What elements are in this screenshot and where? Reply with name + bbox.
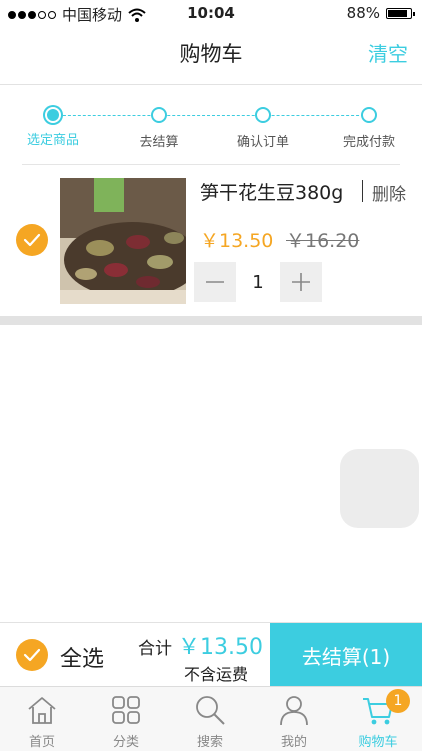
tab-label: 搜索: [196, 735, 223, 750]
category-grid-icon: [112, 696, 140, 724]
cart-count-badge: 1: [386, 689, 410, 713]
total-label: 合计: [138, 639, 172, 659]
tab-cart[interactable]: 1 购物车: [336, 687, 420, 751]
nav-bar: 购物车 清空: [0, 28, 422, 85]
item-checkbox[interactable]: [16, 224, 48, 256]
step-label: 选定商品: [26, 133, 79, 148]
user-icon: [280, 696, 308, 726]
tab-search[interactable]: 搜索: [168, 687, 252, 751]
step-dot: [361, 107, 377, 123]
step-label: 确认订单: [236, 135, 289, 150]
divider: [22, 164, 400, 165]
page-title: 购物车: [179, 42, 243, 66]
plus-icon: [292, 273, 310, 291]
battery-fill: [388, 9, 408, 17]
tab-label: 首页: [28, 735, 55, 750]
cart-item: 笋干花生豆380g 删除 ￥13.50 ￥16.20 1: [0, 166, 422, 316]
increase-button[interactable]: [280, 262, 322, 302]
total-value: ￥13.50: [178, 635, 263, 660]
battery-icon: [386, 7, 415, 19]
tab-label: 购物车: [358, 735, 398, 750]
step-select-items: 选定商品: [8, 104, 98, 148]
checkout-bar: 全选 合计 ￥13.50 不含运费 去结算(1): [0, 622, 422, 687]
progress-line: [53, 115, 369, 116]
shipping-note: 不含运费: [184, 665, 249, 684]
tab-label: 分类: [112, 735, 139, 750]
product-name[interactable]: 笋干花生豆380g: [200, 178, 343, 205]
minus-icon: [206, 281, 224, 283]
search-icon: [196, 696, 225, 725]
battery-percent: 88%: [346, 4, 380, 22]
product-image[interactable]: [60, 178, 186, 304]
delete-button[interactable]: 删除: [372, 180, 406, 205]
step-checkout: 去结算: [114, 104, 204, 150]
quantity-value[interactable]: 1: [236, 262, 280, 302]
step-payment-done: 完成付款: [324, 104, 414, 150]
step-label: 完成付款: [342, 135, 395, 150]
step-confirm-order: 确认订单: [218, 104, 308, 150]
checkmark-icon: [23, 233, 41, 247]
checkmark-icon: [23, 648, 41, 662]
assistive-touch-button[interactable]: [340, 449, 419, 528]
tab-category[interactable]: 分类: [84, 687, 168, 751]
step-label: 去结算: [139, 135, 179, 150]
tab-label: 我的: [280, 735, 307, 750]
checkout-button[interactable]: 去结算(1): [270, 623, 422, 687]
step-dot-active: [47, 109, 59, 121]
tab-home[interactable]: 首页: [0, 687, 84, 751]
divider: [362, 180, 363, 202]
current-price: ￥13.50: [200, 230, 274, 252]
decrease-button[interactable]: [194, 262, 236, 302]
step-dot: [255, 107, 271, 123]
status-right: 88%: [346, 4, 415, 22]
clear-cart-button[interactable]: 清空: [368, 38, 408, 67]
tab-profile[interactable]: 我的: [252, 687, 336, 751]
status-bar: 中国移动 10:04 88%: [0, 0, 422, 28]
select-all-checkbox[interactable]: [16, 639, 48, 671]
checkout-progress: 选定商品 去结算 确认订单 完成付款: [22, 104, 400, 166]
step-dot: [151, 107, 167, 123]
home-icon: [28, 697, 56, 724]
quantity-stepper: 1: [194, 262, 322, 302]
original-price: ￥16.20: [286, 230, 360, 252]
tab-bar: 首页 分类 搜索 我的 1 购物车: [0, 686, 422, 751]
section-separator: [0, 316, 422, 325]
select-all-label[interactable]: 全选: [60, 641, 104, 673]
